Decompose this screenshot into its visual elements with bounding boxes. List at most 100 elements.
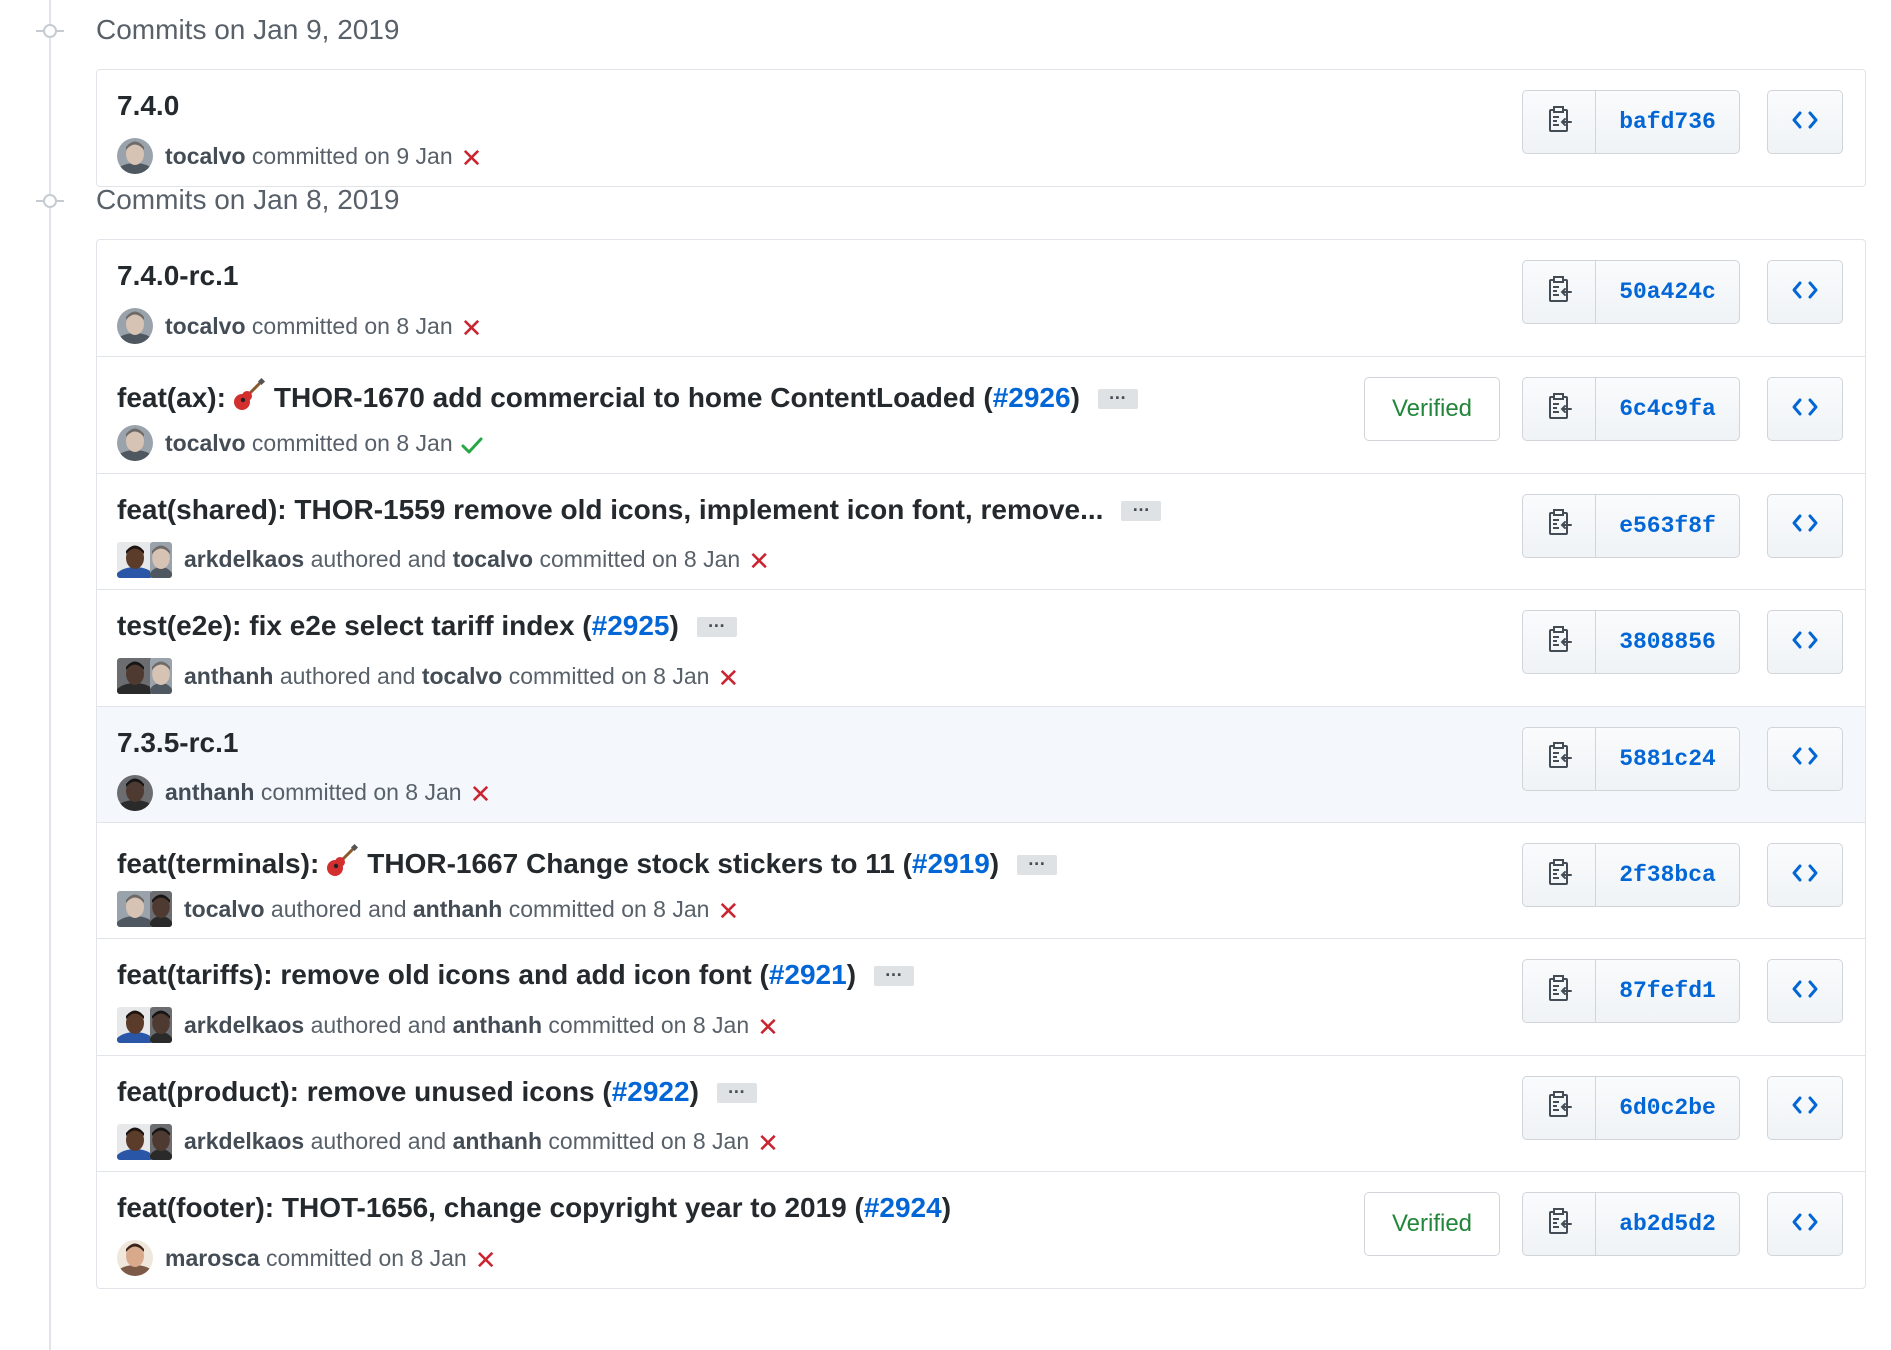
committer-name[interactable]: anthanh	[413, 896, 502, 923]
committer-name[interactable]: tocalvo	[422, 663, 503, 690]
browse-code-button[interactable]	[1767, 260, 1843, 324]
avatar[interactable]	[117, 138, 153, 174]
avatar[interactable]	[117, 1007, 153, 1044]
commit-message-suffix[interactable]: )	[990, 848, 999, 880]
browse-code-button[interactable]	[1767, 610, 1843, 675]
committer-name[interactable]: tocalvo	[453, 546, 534, 573]
browse-code-button[interactable]	[1767, 843, 1843, 907]
author-name[interactable]: marosca	[165, 1245, 260, 1272]
copy-sha-button[interactable]	[1523, 844, 1596, 906]
pull-request-link[interactable]: #2924	[864, 1192, 942, 1224]
author-name[interactable]: arkdelkaos	[184, 1128, 304, 1155]
pull-request-link[interactable]: #2925	[592, 610, 670, 642]
check-icon[interactable]	[461, 433, 483, 460]
x-icon[interactable]: ✕	[757, 1012, 779, 1043]
expand-message-button[interactable]: …	[696, 611, 737, 638]
x-icon[interactable]: ✕	[717, 663, 739, 694]
copy-sha-button[interactable]	[1523, 91, 1596, 153]
author-name[interactable]: tocalvo	[165, 313, 246, 340]
commit-message-suffix[interactable]: )	[942, 1192, 951, 1224]
commit-message-suffix[interactable]: )	[847, 959, 856, 991]
browse-code-button[interactable]	[1767, 377, 1843, 442]
avatar[interactable]	[117, 1240, 153, 1277]
avatar[interactable]	[150, 1123, 172, 1160]
commit-message[interactable]: 7.3.5-rc.1	[117, 727, 238, 759]
commit-sha-link[interactable]: e563f8f	[1596, 495, 1739, 557]
committer-name[interactable]: anthanh	[453, 1128, 542, 1155]
commit-sha-link[interactable]: 5881c24	[1596, 728, 1739, 790]
copy-sha-button[interactable]	[1523, 378, 1596, 441]
commit-sha-link[interactable]: 2f38bca	[1596, 844, 1739, 906]
avatar[interactable]	[117, 891, 153, 927]
pull-request-link[interactable]: #2926	[993, 382, 1071, 414]
author-name[interactable]: tocalvo	[165, 430, 246, 457]
verified-badge[interactable]: Verified	[1364, 1192, 1500, 1257]
copy-sha-button[interactable]	[1523, 960, 1596, 1023]
browse-code-button[interactable]	[1767, 493, 1843, 558]
browse-code-button[interactable]	[1767, 1192, 1843, 1257]
commit-sha-link[interactable]: 6d0c2be	[1596, 1077, 1739, 1139]
author-name[interactable]: arkdelkaos	[184, 1012, 304, 1039]
x-icon[interactable]: ✕	[461, 313, 483, 344]
copy-sha-button[interactable]	[1523, 1076, 1596, 1139]
avatar[interactable]	[117, 425, 153, 462]
commit-sha-link[interactable]: 50a424c	[1596, 261, 1739, 323]
commit-message[interactable]: 7.4.0-rc.1	[117, 260, 238, 292]
x-icon[interactable]: ✕	[748, 546, 770, 577]
avatar[interactable]	[117, 541, 153, 578]
author-name[interactable]: anthanh	[184, 663, 273, 690]
commit-message[interactable]: 7.4.0	[117, 90, 179, 122]
pull-request-link[interactable]: #2921	[769, 959, 847, 991]
x-icon[interactable]: ✕	[757, 1128, 779, 1159]
commit-message-suffix[interactable]: )	[670, 610, 679, 642]
browse-code-button[interactable]	[1767, 959, 1843, 1024]
commit-message[interactable]: feat(footer): THOT-1656, change copyrigh…	[117, 1192, 864, 1224]
x-icon[interactable]: ✕	[475, 1245, 497, 1276]
committer-name[interactable]: anthanh	[453, 1012, 542, 1039]
verified-badge[interactable]: Verified	[1364, 377, 1500, 442]
copy-sha-button[interactable]	[1523, 1193, 1596, 1256]
copy-sha-button[interactable]	[1523, 494, 1596, 557]
commit-sha-link[interactable]: 6c4c9fa	[1596, 378, 1739, 440]
pull-request-link[interactable]: #2922	[612, 1076, 690, 1108]
commit-message[interactable]: feat(tariffs): remove old icons and add …	[117, 959, 769, 991]
commit-message-prefix[interactable]: feat(terminals):	[117, 848, 319, 880]
author-name[interactable]: tocalvo	[165, 143, 246, 170]
commit-message-suffix[interactable]: )	[1071, 382, 1080, 414]
expand-message-button[interactable]: …	[1121, 495, 1162, 521]
commit-message[interactable]: test(e2e): fix e2e select tariff index (	[117, 610, 592, 642]
commit-sha-link[interactable]: ab2d5d2	[1596, 1193, 1739, 1255]
commit-sha-link[interactable]: 3808856	[1596, 611, 1739, 673]
browse-code-button[interactable]	[1767, 726, 1843, 791]
commit-message[interactable]: THOR-1670 add commercial to home Content…	[274, 382, 993, 414]
copy-sha-button[interactable]	[1523, 611, 1596, 674]
commit-sha-link[interactable]: 87fefd1	[1596, 960, 1739, 1022]
avatar[interactable]	[117, 658, 153, 695]
copy-sha-button[interactable]	[1523, 261, 1596, 323]
avatar[interactable]	[117, 1123, 153, 1160]
commit-message[interactable]: feat(shared): THOR-1559 remove old icons…	[117, 494, 1103, 526]
author-name[interactable]: arkdelkaos	[184, 546, 304, 573]
pull-request-link[interactable]: #2919	[912, 848, 990, 880]
x-icon[interactable]: ✕	[461, 143, 483, 174]
expand-message-button[interactable]: …	[1097, 383, 1138, 409]
avatar[interactable]	[117, 308, 153, 344]
author-name[interactable]: tocalvo	[184, 896, 265, 923]
browse-code-button[interactable]	[1767, 90, 1843, 154]
expand-message-button[interactable]: …	[1017, 849, 1058, 875]
copy-sha-button[interactable]	[1523, 727, 1596, 790]
avatar[interactable]	[150, 891, 172, 927]
commit-message[interactable]: THOR-1667 Change stock stickers to 11 (	[367, 848, 912, 880]
avatar[interactable]	[150, 1007, 172, 1044]
avatar[interactable]	[150, 658, 172, 695]
x-icon[interactable]: ✕	[717, 896, 739, 927]
commit-message-prefix[interactable]: feat(ax):	[117, 382, 226, 414]
expand-message-button[interactable]: …	[874, 960, 915, 987]
commit-message-suffix[interactable]: )	[690, 1076, 699, 1108]
commit-sha-link[interactable]: bafd736	[1596, 91, 1739, 153]
expand-message-button[interactable]: …	[716, 1077, 757, 1103]
author-name[interactable]: anthanh	[165, 779, 254, 806]
avatar[interactable]	[117, 774, 153, 811]
browse-code-button[interactable]	[1767, 1075, 1843, 1140]
commit-message[interactable]: feat(product): remove unused icons (	[117, 1076, 612, 1108]
